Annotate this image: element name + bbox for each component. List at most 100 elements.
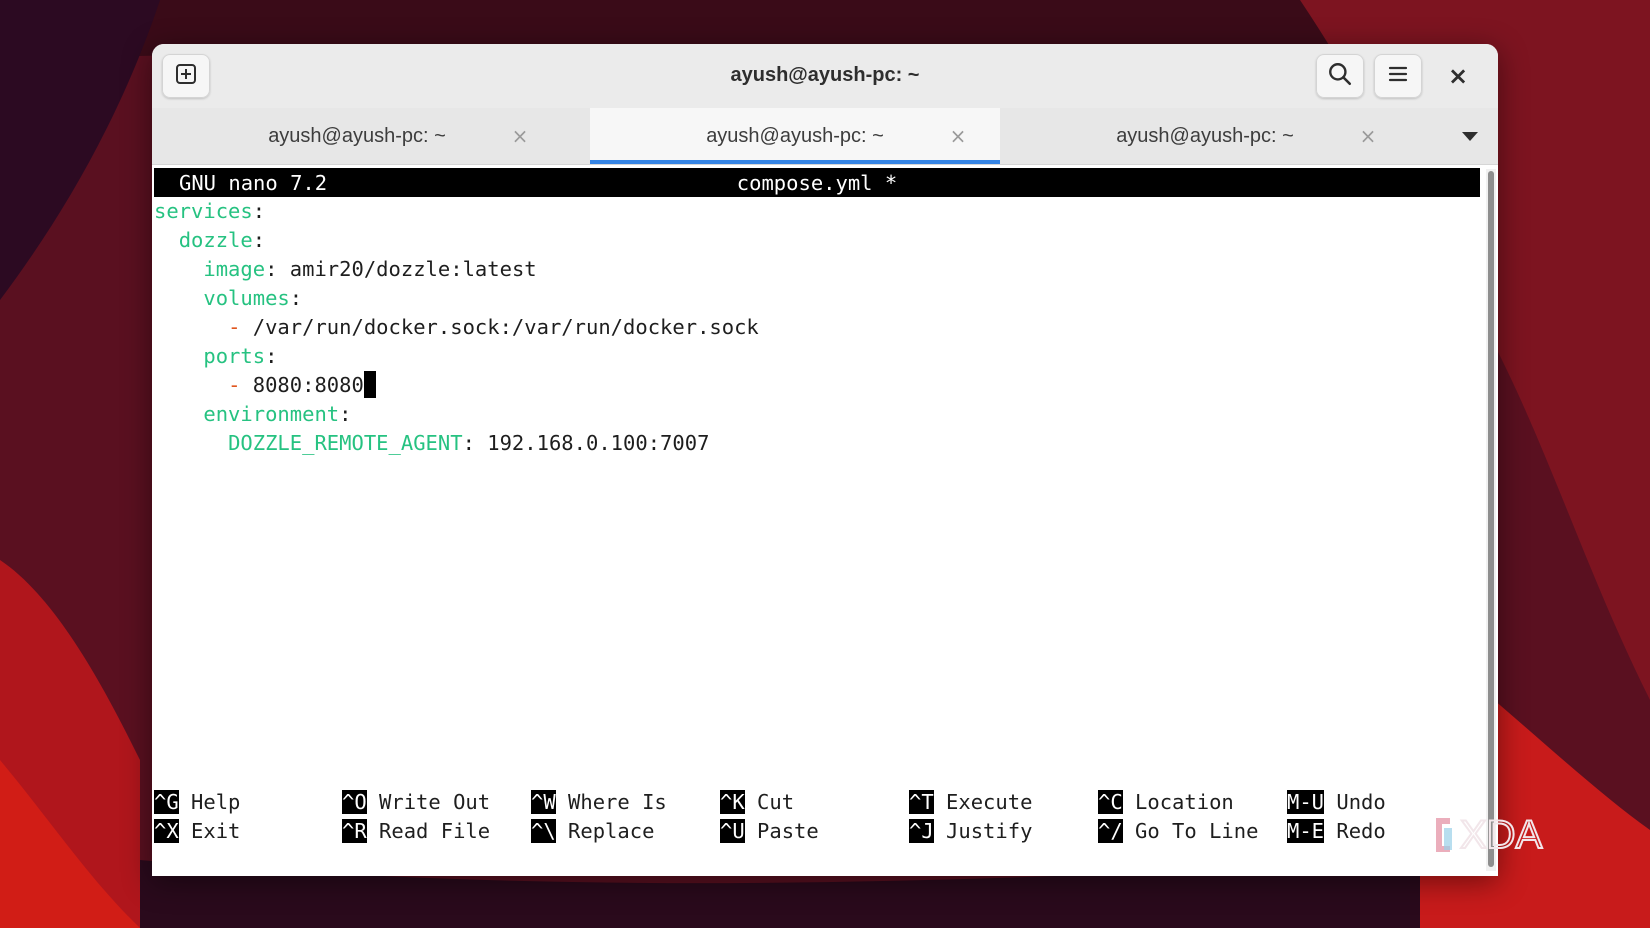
shortcut-label: Execute (946, 790, 1033, 814)
xda-logo: XDA (1430, 810, 1590, 860)
editor-line: DOZZLE_REMOTE_AGENT: 192.168.0.100:7007 (154, 429, 709, 458)
shortcut-label: Undo (1336, 790, 1386, 814)
shortcut-location: ^C Location (1098, 788, 1234, 817)
shortcut-label: Where Is (568, 790, 667, 814)
shortcut-key: ^X (154, 819, 179, 843)
text-cursor (363, 371, 376, 398)
yaml-value: 8080:8080 (252, 373, 364, 397)
tab-overview-dropdown[interactable] (1456, 124, 1484, 148)
editor-line: dozzle: (154, 226, 265, 255)
header-bar: ayush@ayush-pc: ~ × (152, 44, 1498, 108)
yaml-value: /var/run/docker.sock:/var/run/docker.soc… (252, 315, 759, 339)
tab-3[interactable]: ayush@ayush-pc: ~ × (1000, 108, 1410, 164)
shortcut-key: ^K (720, 790, 745, 814)
shortcut-replace: ^\ Replace (531, 817, 654, 846)
shortcut-key: ^J (909, 819, 934, 843)
tab-bar: ayush@ayush-pc: ~ × ayush@ayush-pc: ~ × … (152, 108, 1498, 165)
tab-close-icon[interactable]: × (508, 124, 532, 148)
nano-filename: compose.yml * (736, 171, 898, 195)
tab-close-icon[interactable]: × (946, 124, 970, 148)
shortcut-execute: ^T Execute (909, 788, 1032, 817)
shortcut-key: ^U (720, 819, 745, 843)
shortcut-label: Help (191, 790, 241, 814)
window-title: ayush@ayush-pc: ~ (730, 64, 920, 86)
yaml-colon: : (252, 228, 266, 252)
yaml-key: volumes (203, 286, 290, 310)
yaml-list-dash: - (228, 373, 241, 397)
shortcut-label: Write Out (379, 790, 491, 814)
xda-logo-text: XDA (1460, 813, 1543, 857)
shortcut-write-out: ^O Write Out (342, 788, 490, 817)
yaml-colon: : (252, 199, 266, 223)
shortcut-key: ^C (1098, 790, 1123, 814)
shortcut-label: Paste (757, 819, 819, 843)
shortcut-justify: ^J Justify (909, 817, 1032, 846)
shortcut-undo: M-U Undo (1287, 788, 1386, 817)
shortcut-where-is: ^W Where Is (531, 788, 667, 817)
scrollbar[interactable] (1486, 169, 1496, 871)
editor-line: - /var/run/docker.sock:/var/run/docker.s… (154, 313, 759, 342)
hamburger-menu-icon (1386, 62, 1410, 90)
tab-label: ayush@ayush-pc: ~ (268, 124, 446, 147)
shortcut-key: ^T (909, 790, 934, 814)
shortcut-help: ^G Help (154, 788, 240, 817)
shortcut-exit: ^X Exit (154, 817, 240, 846)
terminal-window: ayush@ayush-pc: ~ × ayush@ayush-pc: ~ × (152, 44, 1498, 876)
scrollbar-thumb[interactable] (1488, 171, 1494, 867)
chevron-down-icon (1461, 127, 1479, 146)
shortcut-redo: M-E Redo (1287, 817, 1386, 846)
close-window-button[interactable]: × (1434, 54, 1482, 98)
yaml-colon: : (462, 431, 475, 455)
shortcut-label: Cut (757, 790, 795, 814)
shortcut-cut: ^K Cut (720, 788, 794, 817)
yaml-key: services (154, 199, 253, 223)
shortcut-label: Go To Line (1135, 819, 1259, 843)
shortcut-key: ^\ (531, 819, 556, 843)
editor-line: - 8080:8080 (154, 371, 376, 400)
tab-1[interactable]: ayush@ayush-pc: ~ × (152, 108, 562, 164)
shortcut-key: ^R (342, 819, 367, 843)
shortcut-key: M-U (1287, 790, 1325, 814)
shortcut-read-file: ^R Read File (342, 817, 490, 846)
shortcut-label: Redo (1336, 819, 1386, 843)
close-icon: × (1447, 62, 1469, 90)
search-button[interactable] (1316, 54, 1364, 98)
shortcut-label: Read File (379, 819, 491, 843)
tab-label: ayush@ayush-pc: ~ (706, 124, 884, 147)
editor-line: image: amir20/dozzle:latest (154, 255, 537, 284)
search-icon (1327, 61, 1353, 91)
shortcut-key: ^/ (1098, 819, 1123, 843)
shortcut-label: Exit (191, 819, 241, 843)
shortcut-key: ^G (154, 790, 179, 814)
menu-button[interactable] (1374, 54, 1422, 98)
tab-active-indicator (590, 160, 1000, 164)
yaml-colon: : (339, 402, 352, 426)
yaml-value: 192.168.0.100:7007 (487, 431, 710, 455)
yaml-colon: : (289, 286, 303, 310)
yaml-colon: : (265, 344, 278, 368)
yaml-key: ports (203, 344, 266, 368)
nano-title-bar: GNU nano 7.2 compose.yml * (154, 168, 1480, 197)
shortcut-go-to-line: ^/ Go To Line (1098, 817, 1258, 846)
shortcut-label: Justify (946, 819, 1033, 843)
yaml-list-dash: - (228, 315, 241, 339)
editor-line: volumes: (154, 284, 302, 313)
shortcut-key: ^W (531, 790, 556, 814)
editor-line: ports: (154, 342, 277, 371)
shortcut-paste: ^U Paste (720, 817, 819, 846)
tab-close-icon[interactable]: × (1356, 124, 1380, 148)
editor-line: services: (154, 197, 265, 226)
yaml-key: environment (203, 402, 340, 426)
shortcut-key: M-E (1287, 819, 1325, 843)
shortcut-label: Location (1135, 790, 1234, 814)
yaml-value: amir20/dozzle:latest (289, 257, 537, 281)
yaml-key: DOZZLE_REMOTE_AGENT (228, 431, 463, 455)
tab-label: ayush@ayush-pc: ~ (1116, 124, 1294, 147)
tab-2[interactable]: ayush@ayush-pc: ~ × (590, 108, 1000, 164)
shortcut-key: ^O (342, 790, 367, 814)
shortcut-label: Replace (568, 819, 655, 843)
editor-line: environment: (154, 400, 351, 429)
yaml-key: image (203, 257, 266, 281)
terminal-content[interactable]: GNU nano 7.2 compose.yml * services: doz… (152, 165, 1498, 876)
yaml-colon: : (265, 257, 278, 281)
